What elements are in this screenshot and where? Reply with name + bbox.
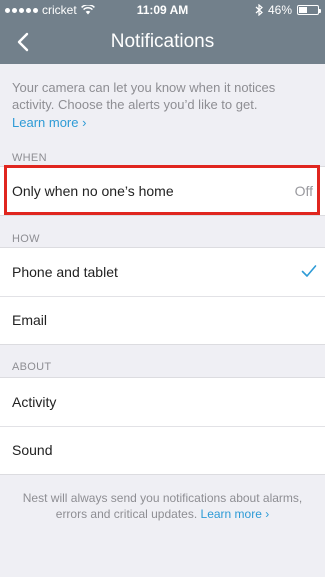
- when-group: Only when no one’s home Off: [0, 166, 325, 216]
- battery-percent: 46%: [267, 3, 292, 17]
- section-label-how: HOW: [12, 233, 40, 245]
- checkmark-icon: [301, 265, 317, 277]
- row-only-when-no-one-home[interactable]: Only when no one’s home Off: [0, 167, 325, 215]
- back-button[interactable]: [8, 26, 38, 58]
- section-label-when: WHEN: [12, 152, 47, 164]
- nav-bar: Notifications: [0, 20, 325, 64]
- row-activity[interactable]: Activity: [0, 378, 325, 426]
- intro-text: Your camera can let you know when it not…: [12, 80, 276, 112]
- row-value: Off: [294, 183, 313, 199]
- bluetooth-icon: [255, 4, 263, 16]
- about-group: Activity Sound: [0, 377, 325, 475]
- row-label: Activity: [12, 394, 57, 410]
- battery-icon: [297, 5, 321, 15]
- section-label-about: ABOUT: [12, 361, 52, 373]
- learn-more-link[interactable]: Learn more ›: [12, 115, 86, 130]
- row-sound[interactable]: Sound: [0, 426, 325, 474]
- row-label: Sound: [12, 442, 53, 458]
- footer-note: Nest will always send you notifications …: [20, 490, 305, 522]
- status-bar: cricket 11:09 AM 46%: [0, 0, 325, 20]
- how-group: Phone and tablet Email: [0, 247, 325, 345]
- row-label: Only when no one’s home: [12, 183, 174, 199]
- page-title: Notifications: [110, 31, 215, 52]
- row-phone-and-tablet[interactable]: Phone and tablet: [0, 248, 325, 296]
- footer-learn-more-link[interactable]: Learn more ›: [201, 507, 270, 521]
- chevron-left-icon: [17, 32, 29, 52]
- header: cricket 11:09 AM 46% Notifications: [0, 0, 325, 64]
- status-right: 46%: [255, 0, 321, 20]
- battery-fill: [299, 7, 308, 13]
- row-email[interactable]: Email: [0, 296, 325, 344]
- row-label: Email: [12, 312, 48, 328]
- row-label: Phone and tablet: [12, 264, 118, 280]
